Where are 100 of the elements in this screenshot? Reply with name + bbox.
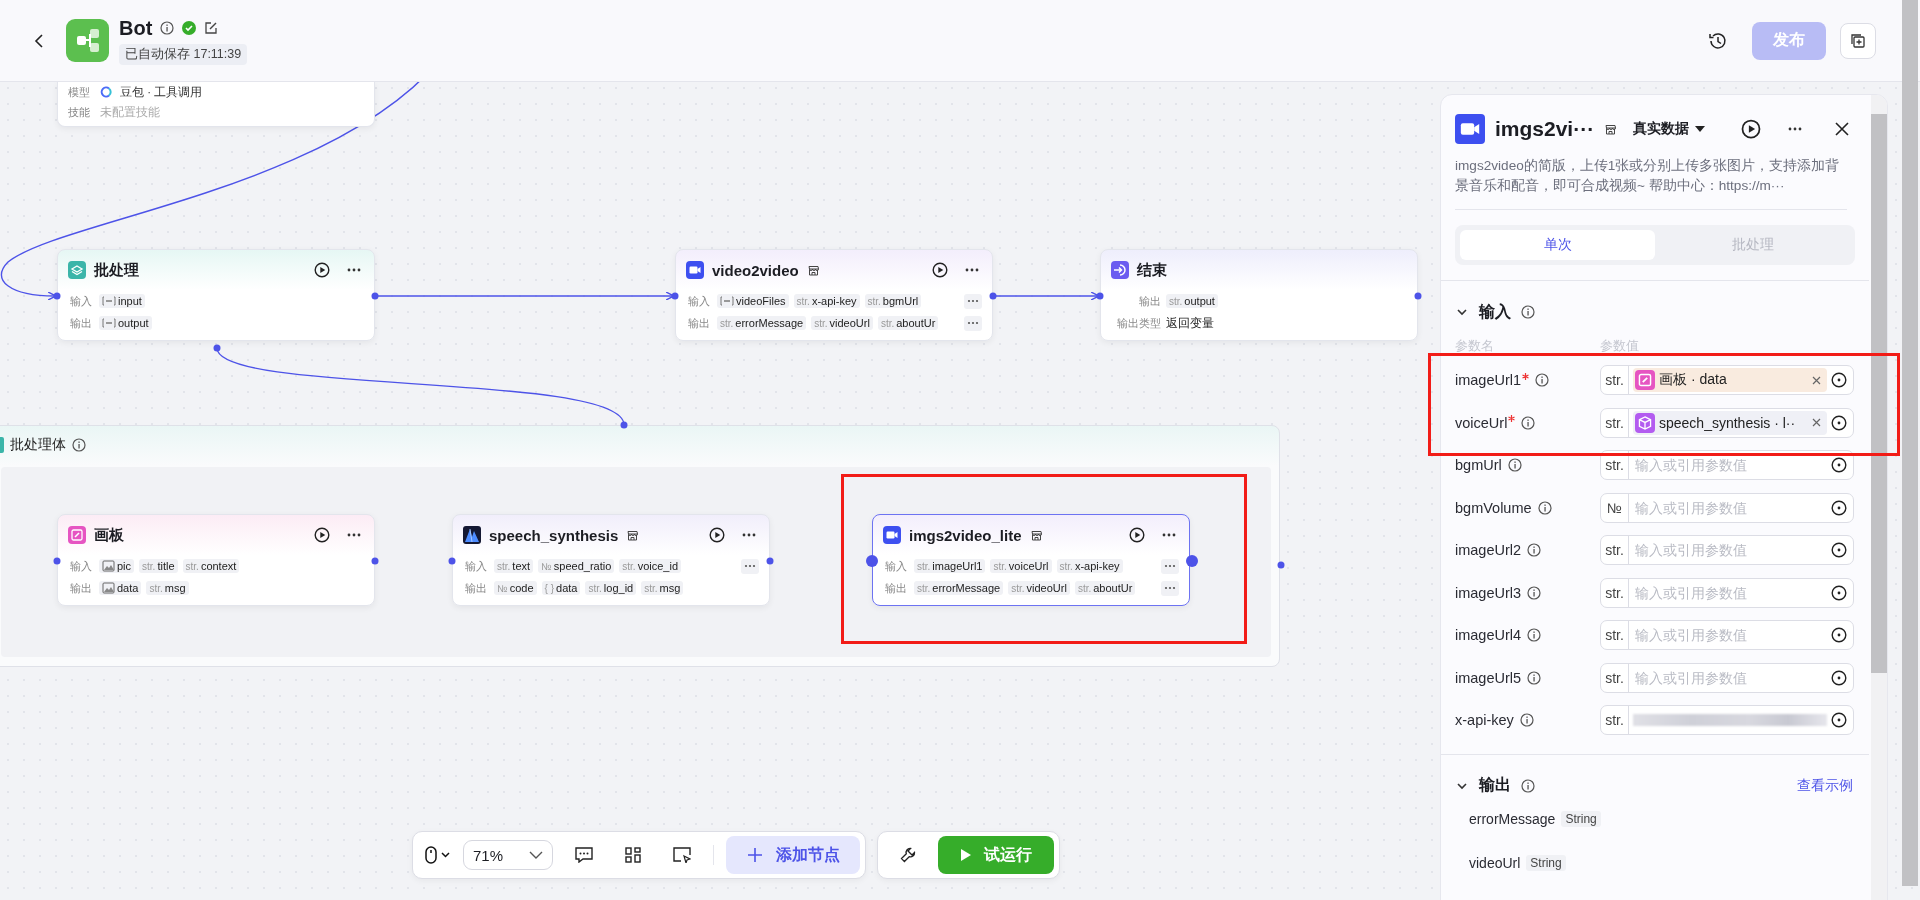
port-handle[interactable] [866,555,878,567]
workflow-node[interactable]: video2video 输入 videoFiles str. x-api-key str. bgmUrl 输出 str. errorMessage str. videoUrl str. aboutUr [675,249,993,341]
panel-title: imgs2vi··· [1495,117,1595,141]
variable-reference: 画板 · data [1659,371,1727,390]
port-handle[interactable] [448,557,456,565]
param-field[interactable]: str. 输入或引用参数值 [1600,620,1854,651]
more-button[interactable] [964,293,982,309]
workflow-node[interactable]: 结束 输出 str. output 输出类型 返回变量 [1100,249,1418,341]
store-icon [626,528,640,542]
scrollbar-thumb[interactable] [1871,114,1887,673]
clear-icon[interactable] [1812,375,1821,385]
type-label: str. [142,560,156,572]
port-handle[interactable] [620,421,628,429]
param-field[interactable]: str. [1600,705,1854,736]
zoom-dropdown[interactable]: 71% [463,840,554,870]
param-field[interactable]: № 输入或引用参数值 [1600,492,1854,523]
add-node-button[interactable]: 添加节点 [726,836,861,874]
run-icon[interactable] [314,262,330,278]
info-icon [1527,628,1542,643]
variable-picker-icon[interactable] [1831,627,1847,644]
param-input[interactable]: 输入或引用参数值 [1633,456,1827,475]
layout-icon[interactable] [625,847,642,863]
param-name: voiceUrl [1008,560,1049,572]
mouse-mode-button[interactable] [425,846,451,864]
port-handle[interactable] [1096,292,1104,300]
param-input[interactable]: 输入或引用参数值 [1633,498,1827,517]
variable-picker-icon[interactable] [1831,584,1847,601]
run-icon[interactable] [932,262,948,278]
mode-tab[interactable]: 单次 [1460,230,1655,260]
param-input[interactable]: 输入或引用参数值 [1633,541,1827,560]
workflow-node[interactable]: 批处理 输入 input 输出 output [57,249,375,341]
more-button[interactable] [741,558,759,574]
variable-picker-icon[interactable] [1831,712,1847,729]
variable-picker-icon[interactable] [1831,372,1847,389]
port-handle[interactable] [1414,292,1422,300]
param-name: log_id [603,582,634,594]
close-icon[interactable] [1835,122,1849,136]
info-icon [1507,458,1522,473]
port-handle[interactable] [1186,555,1198,567]
param-input[interactable]: 输入或引用参数值 [1633,668,1827,687]
run-icon[interactable] [709,527,725,543]
clear-icon[interactable] [1812,418,1821,428]
port-handle[interactable] [1277,561,1285,569]
workflow-node[interactable]: 画板 输入 pic str. title str. context 输出 data str. msg [57,514,375,606]
param-input[interactable]: 输入或引用参数值 [1633,626,1827,645]
scrollbar[interactable] [1902,0,1918,886]
example-link[interactable]: 查看示例 [1797,776,1853,795]
history-icon[interactable] [1708,30,1728,51]
variable-picker-icon[interactable] [1831,457,1847,474]
param-name: videoFiles [736,295,786,307]
port-handle[interactable] [989,292,997,300]
port-handle[interactable] [371,557,379,565]
port-handle[interactable] [53,557,61,565]
param-input[interactable]: 输入或引用参数值 [1633,583,1827,602]
more-button[interactable] [1161,580,1179,596]
workflow-node[interactable]: speech_synthesis 输入 str. text № speed_ratio str. voice_id 输出 № code { } data str. log_id str. msg [452,514,770,606]
param-name: errorMessage [932,582,1001,594]
type-label: str. [1601,706,1629,735]
agent-node[interactable]: 模型 豆包 · 工具调用 技能 未配置技能 [57,82,375,127]
variable-chip[interactable]: 画板 · data [1633,368,1827,393]
variable-picker-icon[interactable] [1831,542,1847,559]
port-handle[interactable] [213,344,221,352]
run-icon[interactable] [314,527,330,543]
back-icon[interactable] [34,32,44,49]
workflow-node[interactable]: imgs2video_lite 输入 str. imageUrl1 str. voiceUrl str. x-api-key 输出 str. errorMessage str. videoUrl str. aboutUr [872,514,1190,606]
run-icon[interactable] [1129,527,1145,543]
more-button[interactable] [964,315,982,331]
param-field[interactable]: str. 画板 · data [1600,365,1854,396]
port-handle[interactable] [53,292,61,300]
param-field[interactable]: str. 输入或引用参数值 [1600,450,1854,481]
edit-icon[interactable] [204,21,219,35]
type-label: str. [1601,578,1629,607]
row-label: 输出 [465,580,488,596]
param-field[interactable]: str. 输入或引用参数值 [1600,535,1854,566]
param-field[interactable]: str. speech_synthesis · l·· [1600,407,1854,438]
port-handle[interactable] [671,292,679,300]
type-label: № [1601,493,1629,522]
param-name: context [200,560,237,572]
param-field[interactable]: str. 输入或引用参数值 [1600,577,1854,608]
variable-picker-icon[interactable] [1831,669,1847,686]
param-field[interactable]: str. 输入或引用参数值 [1600,662,1854,693]
variable-chip[interactable]: speech_synthesis · l·· [1633,410,1827,435]
port-handle[interactable] [766,557,774,565]
wrench-icon[interactable] [900,847,917,863]
row-label: 模型 [68,84,91,100]
more-button[interactable] [1161,558,1179,574]
variable-picker-icon[interactable] [1831,499,1847,516]
port-handle[interactable] [371,292,379,300]
dropdown-label: 真实数据 [1633,120,1690,138]
more-icon [744,564,756,568]
node-title: speech_synthesis [489,526,619,544]
run-icon[interactable] [1741,119,1761,139]
comment-icon[interactable] [575,847,594,863]
data-mode-dropdown[interactable]: 真实数据 [1633,120,1706,138]
row-label: 输出 [70,315,93,331]
type-label: str. [993,560,1007,572]
minimap-icon[interactable] [673,847,692,863]
variable-picker-icon[interactable] [1831,414,1847,431]
layout-button[interactable] [1840,22,1876,59]
scrollbar[interactable] [1871,95,1887,900]
